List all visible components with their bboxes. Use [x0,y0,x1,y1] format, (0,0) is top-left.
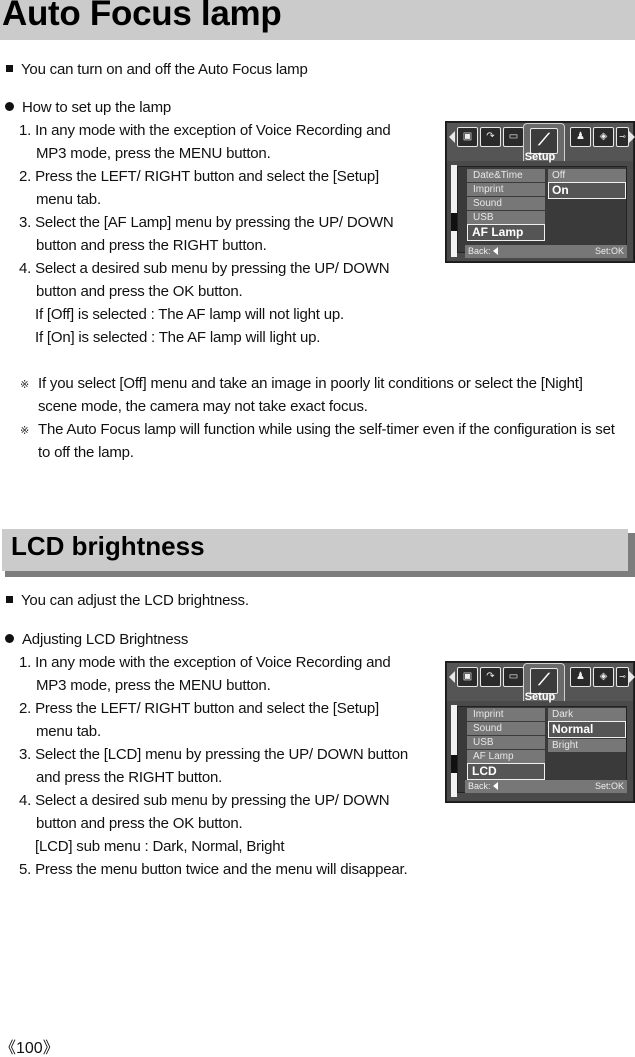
menu-item: Date&Time [467,169,545,182]
tab-label: Setup [524,691,556,703]
rotate-icon: ◈ [593,127,614,147]
voice-memo-icon: ▣ [457,667,478,687]
step-line: 1. In any mode with the exception of Voi… [19,654,391,671]
back-label: Back: [468,246,491,256]
howto-heading: How to set up the lamp [5,96,171,119]
scrollbar-thumb [451,755,457,773]
step-line: MP3 mode, press the MENU button. [36,677,271,694]
step-line: and press the RIGHT button. [36,769,223,786]
round-bullet-icon [5,634,14,643]
scrollbar [451,165,457,257]
battery-icon: ▭ [503,127,524,147]
note-line: to off the lamp. [38,444,134,461]
intro-line: You can adjust the LCD brightness. [6,589,249,612]
user-icon: ♟ [570,127,591,147]
sound-icon: ↷ [480,127,501,147]
left-arrow-icon [449,131,455,143]
menu-item: USB [467,736,545,749]
step-line: 2. Press the LEFT/ RIGHT button and sele… [19,700,379,717]
menu-item-selected: LCD [467,763,545,780]
back-hint: Back: [468,780,498,793]
key-icon: ⊸ [616,667,629,687]
option-item: Bright [548,739,626,752]
battery-icon: ▭ [503,667,524,687]
back-hint: Back: [468,245,498,258]
menu-item: USB [467,211,545,224]
round-bullet-icon [5,102,14,111]
option-item-selected: On [548,182,626,199]
step-line: button and press the OK button. [36,283,243,300]
step-line: menu tab. [36,723,101,740]
intro-text: You can turn on and off the Auto Focus l… [21,61,308,78]
intro-line: You can turn on and off the Auto Focus l… [6,58,308,81]
step-line: 5. Press the menu button twice and the m… [19,861,408,878]
step-line: 2. Press the LEFT/ RIGHT button and sele… [19,168,379,185]
howto-heading: Adjusting LCD Brightness [5,628,188,651]
howto-heading-text: How to set up the lamp [22,99,172,116]
step-line: [LCD] sub menu : Dark, Normal, Bright [35,838,285,855]
note-line: ※ The Auto Focus lamp will function while… [20,418,615,443]
voice-memo-icon: ▣ [457,127,478,147]
step-line: button and press the RIGHT button. [36,237,267,254]
step-line: menu tab. [36,191,101,208]
menu-item: Imprint [467,708,545,721]
scrollbar-thumb [451,213,457,231]
howto-heading-text: Adjusting LCD Brightness [22,631,189,648]
page-number: 《100》 [0,1040,59,1057]
right-arrow-icon [629,671,635,683]
section-title-lcd-brightness: LCD brightness [11,531,205,561]
camera-lcd-af-lamp: ▣ ↷ ▭ ⟋ ♟ ◈ ⊸ Setup Date&Time Imprint So… [445,121,635,263]
step-line: MP3 mode, press the MENU button. [36,145,271,162]
square-bullet-icon [6,65,13,72]
left-arrow-icon [449,671,455,683]
lcd-footer: Back: Set:OK [465,780,627,793]
tab-label: Setup [524,151,556,163]
intro-text: You can adjust the LCD brightness. [21,592,249,609]
reference-mark-icon: ※ [20,425,30,437]
back-label: Back: [468,781,491,791]
back-arrow-icon [492,782,498,790]
lcd-footer: Back: Set:OK [465,245,627,258]
square-bullet-icon [6,596,13,603]
option-item: Dark [548,708,626,721]
step-line: 4. Select a desired sub menu by pressing… [19,260,390,277]
menu-item: Imprint [467,183,545,196]
rotate-icon: ◈ [593,667,614,687]
option-item: Off [548,169,626,182]
menu-item-selected: AF Lamp [467,224,545,241]
reference-mark-icon: ※ [20,379,30,391]
menu-item: AF Lamp [467,750,545,763]
note-text: The Auto Focus lamp will function while … [38,421,615,438]
scrollbar [451,705,457,797]
menu-item: Sound [467,722,545,735]
step-line: 1. In any mode with the exception of Voi… [19,122,391,139]
option-item-selected: Normal [548,721,626,738]
step-line: 3. Select the [AF Lamp] menu by pressing… [19,214,394,231]
note-line: scene mode, the camera may not take exac… [38,398,368,415]
set-hint: Set:OK [594,781,624,791]
step-line: If [Off] is selected : The AF lamp will … [35,306,344,323]
note-text: If you select [Off] menu and take an ima… [38,375,583,392]
right-arrow-icon [629,131,635,143]
step-line: button and press the OK button. [36,815,243,832]
step-line: If [On] is selected : The AF lamp will l… [35,329,321,346]
back-arrow-icon [492,247,498,255]
sound-icon: ↷ [480,667,501,687]
section-title-auto-focus-lamp: Auto Focus lamp [2,0,282,33]
menu-item: Sound [467,197,545,210]
key-icon: ⊸ [616,127,629,147]
note-line: ※ If you select [Off] menu and take an im… [20,372,583,397]
user-icon: ♟ [570,667,591,687]
camera-lcd-lcd-brightness: ▣ ↷ ▭ ⟋ ♟ ◈ ⊸ Setup Imprint Sound USB AF… [445,661,635,803]
set-hint: Set:OK [594,246,624,256]
step-line: 4. Select a desired sub menu by pressing… [19,792,390,809]
step-line: 3. Select the [LCD] menu by pressing the… [19,746,408,763]
